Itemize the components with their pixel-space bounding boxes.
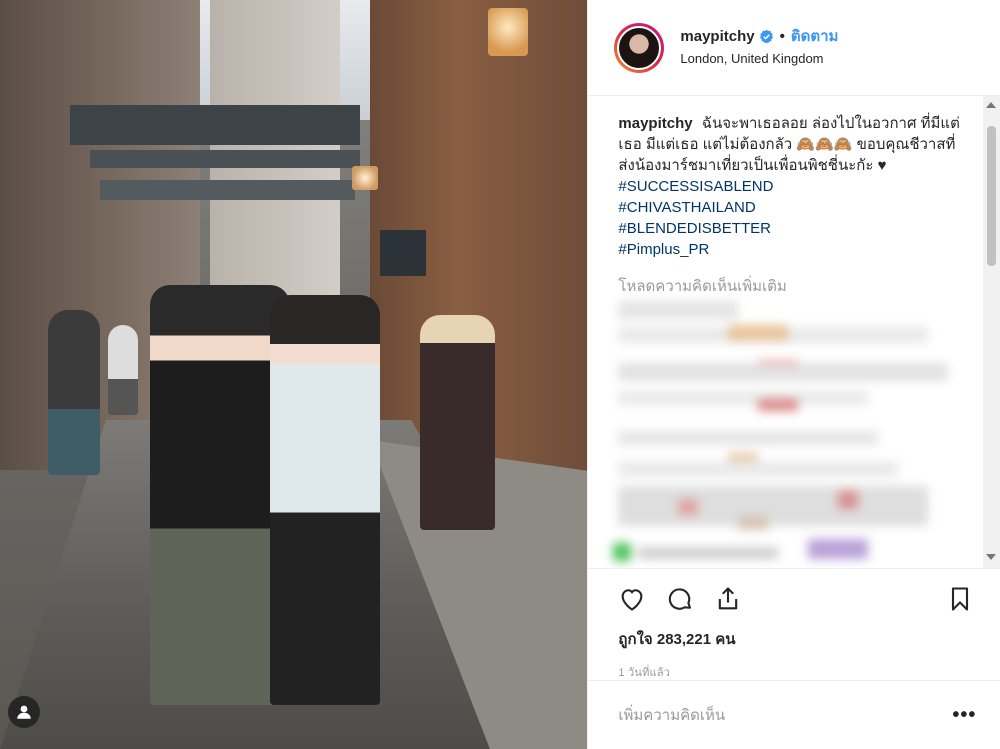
post-header: maypitchy • ติดตาม London, United Kingdo… <box>588 0 1000 96</box>
post-side-panel: maypitchy • ติดตาม London, United Kingdo… <box>587 0 1000 749</box>
bookmark-icon[interactable] <box>944 583 976 615</box>
instagram-post-view: maypitchy • ติดตาม London, United Kingdo… <box>0 0 1000 749</box>
bridge-lower <box>90 150 360 168</box>
hashtag-link[interactable]: #SUCCESSISABLEND <box>618 178 773 195</box>
action-icons-row <box>588 569 1000 617</box>
street-lamp-far <box>352 166 378 190</box>
comments-section: maypitchy ฉันจะพาเธอลอย ล่องไปในอวกาศ ที… <box>588 96 1000 568</box>
comment-input[interactable]: เพิ่มความคิดเห็น <box>618 703 952 727</box>
shop-sign <box>380 230 426 276</box>
follow-button[interactable]: ติดตาม <box>791 28 839 46</box>
post-timestamp[interactable]: 1 วันที่แล้ว <box>618 663 1000 681</box>
location-link[interactable]: London, United Kingdom <box>680 50 838 68</box>
pedestrian-right <box>420 315 495 530</box>
verified-badge-icon <box>759 29 774 44</box>
comments-scrollbar[interactable] <box>983 96 1000 568</box>
blurred-comments <box>608 291 949 568</box>
comment-icon[interactable] <box>664 583 696 615</box>
user-silhouette-icon <box>17 705 31 719</box>
pedestrian-left <box>48 310 100 475</box>
separator-dot: • <box>779 27 785 45</box>
username-link[interactable]: maypitchy <box>680 28 754 46</box>
scroll-down-arrow-icon[interactable] <box>986 554 996 560</box>
scrollbar-thumb[interactable] <box>987 126 996 266</box>
user-tag-icon[interactable] <box>8 696 40 728</box>
street-lamp <box>488 8 528 56</box>
post-actions: ถูกใจ 283,221 คน 1 วันที่แล้ว <box>588 568 1000 681</box>
profile-avatar[interactable] <box>614 22 665 73</box>
hashtag-link[interactable]: #BLENDEDISBETTER <box>618 218 968 239</box>
bridge <box>70 105 360 145</box>
bridge-lower-2 <box>100 180 355 200</box>
header-text: maypitchy • ติดตาม London, United Kingdo… <box>680 28 838 68</box>
heart-icon[interactable] <box>616 583 648 615</box>
username-row: maypitchy • ติดตาม <box>680 28 838 46</box>
pedestrian-far <box>108 325 138 415</box>
man-walking <box>150 285 290 705</box>
hashtag-link[interactable]: #CHIVASTHAILAND <box>618 197 968 218</box>
scroll-up-arrow-icon[interactable] <box>986 102 996 108</box>
post-caption: maypitchy ฉันจะพาเธอลอย ล่องไปในอวกาศ ที… <box>588 96 992 260</box>
avatar-image <box>617 25 662 70</box>
add-comment-bar: เพิ่มความคิดเห็น ••• <box>588 680 1000 749</box>
caption-username[interactable]: maypitchy <box>618 115 692 132</box>
post-photo[interactable] <box>0 0 588 749</box>
hashtag-link[interactable]: #Pimplus_PR <box>618 239 968 260</box>
more-options-button[interactable]: ••• <box>952 704 976 727</box>
share-icon[interactable] <box>712 583 744 615</box>
likes-count[interactable]: ถูกใจ 283,221 คน <box>618 627 1000 651</box>
woman-walking <box>270 295 380 705</box>
